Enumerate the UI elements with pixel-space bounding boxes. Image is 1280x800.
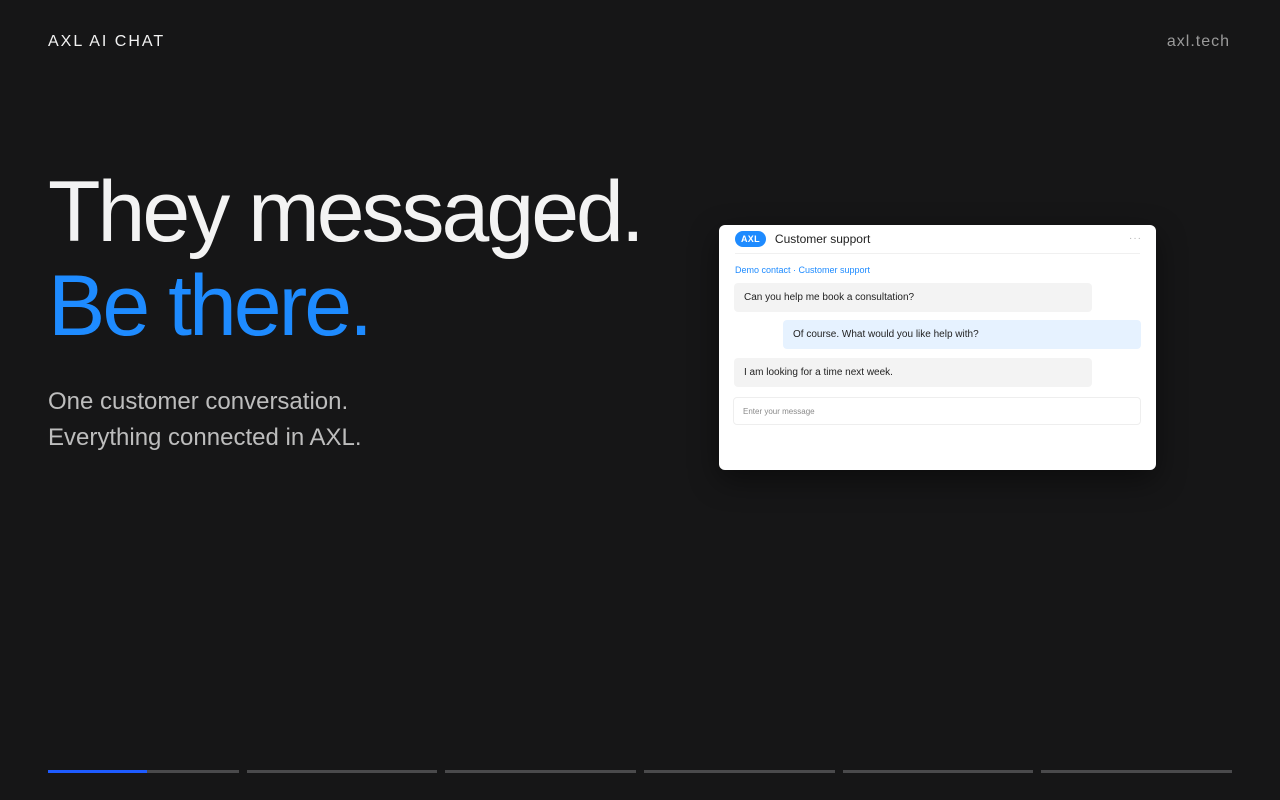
chat-header: AXL Customer support <box>719 225 1156 253</box>
header-divider <box>735 253 1140 254</box>
headline-line-1: They messaged. <box>48 164 645 260</box>
more-options-icon[interactable]: ··· <box>1129 233 1142 244</box>
subheadline-line-1: One customer conversation. <box>48 388 349 415</box>
subheadline-line-2: Everything connected in AXL. <box>48 424 362 451</box>
progress-segment-6[interactable] <box>1041 770 1233 773</box>
progress-segment-1[interactable] <box>48 770 239 773</box>
chat-breadcrumb[interactable]: Demo contact · Customer support <box>735 265 870 275</box>
message-incoming: Can you help me book a consultation? <box>734 283 1092 312</box>
chat-title: Customer support <box>774 232 871 246</box>
progress-fill <box>48 770 148 773</box>
site-link[interactable]: axl.tech <box>1167 33 1230 51</box>
message-outgoing: Of course. What would you like help with… <box>783 320 1141 349</box>
progress-segment-2[interactable] <box>246 770 438 773</box>
slide-progress <box>48 770 1233 773</box>
chat-widget: AXL Customer support ··· Demo contact · … <box>719 225 1156 470</box>
message-input[interactable] <box>733 397 1141 425</box>
progress-segment-3[interactable] <box>445 770 637 773</box>
page: AXL AI CHAT axl.tech They messaged. Be t… <box>0 0 1280 800</box>
axl-badge: AXL <box>735 231 766 247</box>
brand-logo-text: AXL AI CHAT <box>48 33 166 50</box>
progress-segment-4[interactable] <box>644 770 835 773</box>
headline: They messaged. Be there. <box>48 164 645 354</box>
headline-line-2: Be there. <box>48 258 373 354</box>
progress-segment-5[interactable] <box>842 770 1034 773</box>
subheadline: One customer conversation. Everything co… <box>48 384 362 456</box>
hero: They messaged. Be there. <box>48 164 645 354</box>
message-incoming: I am looking for a time next week. <box>734 358 1092 387</box>
